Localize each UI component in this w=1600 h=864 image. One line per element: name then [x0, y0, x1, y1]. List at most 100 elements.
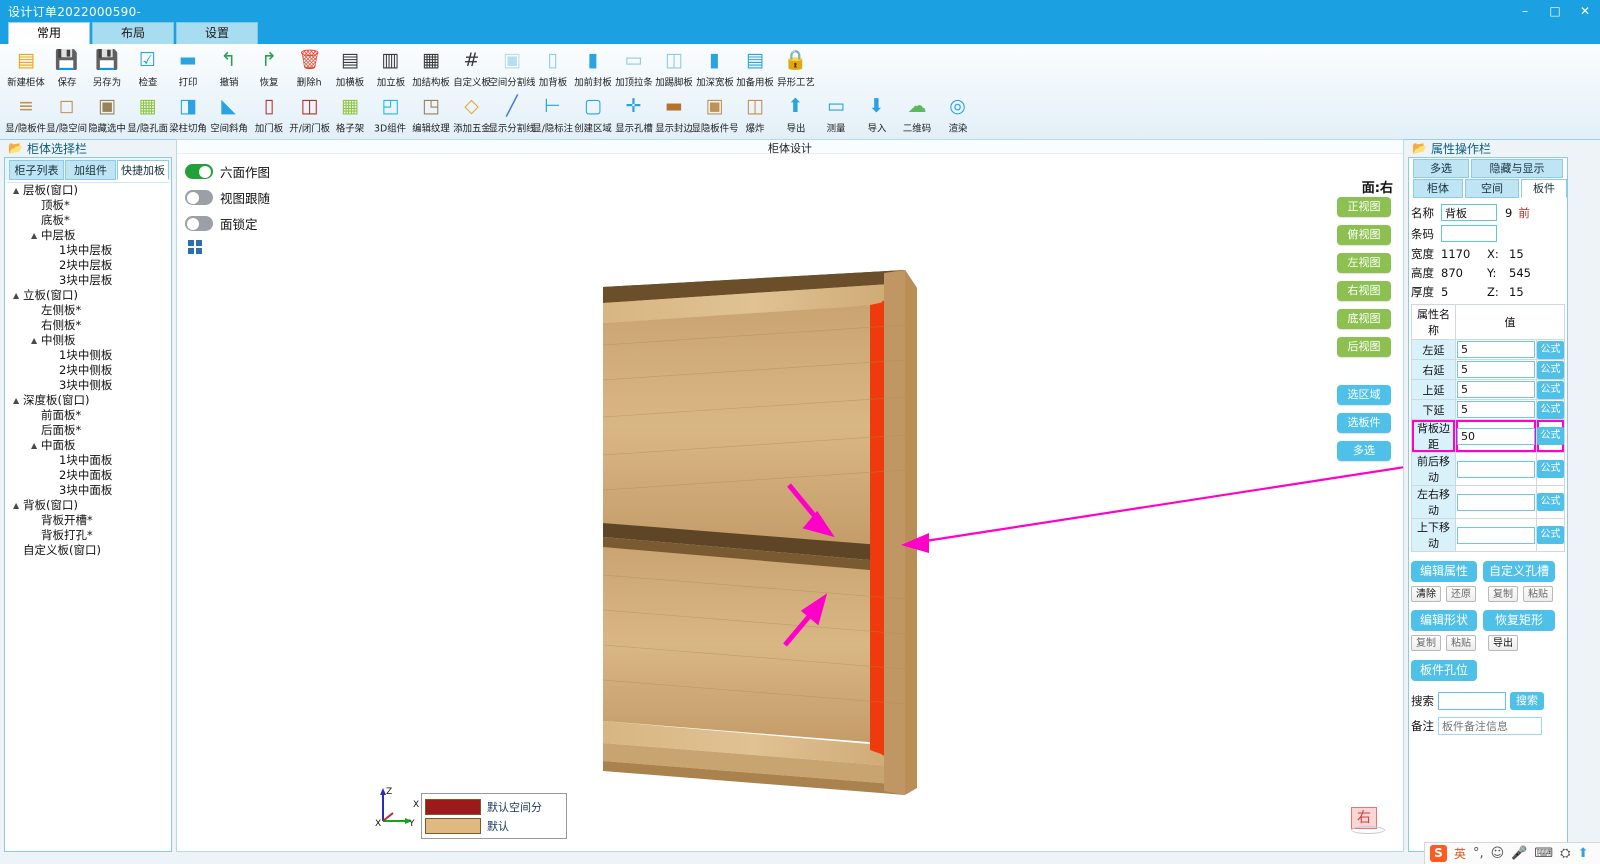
toolbox-icon[interactable]: ⛭	[1560, 846, 1570, 861]
property-tab-隐藏与显示[interactable]: 隐藏与显示	[1471, 159, 1563, 178]
ribbon-button-撤销[interactable]: ↰ 撤销	[209, 46, 249, 92]
formula-button[interactable]: 公式	[1537, 493, 1564, 511]
paste-button-2[interactable]: 粘贴	[1446, 635, 1476, 651]
ribbon-button-爆炸[interactable]: ◫ 爆炸	[735, 92, 775, 138]
cabinet-model[interactable]	[177, 155, 1403, 851]
maximize-button[interactable]: □	[1540, 0, 1570, 22]
ribbon-button-恢复[interactable]: ↱ 恢复	[249, 46, 289, 92]
edit-property-button[interactable]: 编辑属性	[1411, 561, 1477, 582]
tree-node[interactable]: ▲ 中层板	[7, 228, 169, 243]
ribbon-button-导入[interactable]: ⬇ 导入	[857, 92, 897, 138]
property-value-input[interactable]	[1457, 460, 1535, 478]
tree-node[interactable]: 右侧板*	[7, 318, 169, 333]
property-value-input[interactable]	[1457, 526, 1535, 544]
property-tab-板件[interactable]: 板件	[1521, 179, 1567, 198]
ribbon-tab-0[interactable]: 常用	[8, 22, 90, 44]
ribbon-button-打印[interactable]: ▬ 打印	[168, 46, 208, 92]
ribbon-button-异形工艺[interactable]: 🔒 异形工艺	[771, 46, 821, 92]
panel-holes-button[interactable]: 板件孔位	[1411, 660, 1477, 681]
formula-button[interactable]: 公式	[1537, 400, 1564, 419]
keyboard-icon[interactable]: ⌨	[1534, 846, 1553, 861]
tree-expander-icon[interactable]: ▲	[13, 183, 23, 198]
tree-node[interactable]: 2块中层板	[7, 258, 169, 273]
tree-expander-icon[interactable]: ▲	[13, 498, 23, 513]
tree-node[interactable]: 3块中层板	[7, 273, 169, 288]
left-tab-2[interactable]: 快捷加板	[117, 160, 169, 180]
tree-node[interactable]: ▲ 立板(窗口)	[7, 288, 169, 303]
property-tab-柜体[interactable]: 柜体	[1413, 179, 1463, 198]
formula-button[interactable]: 公式	[1537, 526, 1564, 544]
left-tab-1[interactable]: 加组件	[65, 160, 116, 180]
ribbon-button-测量[interactable]: ▭ 测量	[816, 92, 856, 138]
close-button[interactable]: ✕	[1570, 0, 1600, 22]
tree-node[interactable]: 3块中侧板	[7, 378, 169, 393]
expand-icon[interactable]: ⬆	[1578, 846, 1589, 861]
ribbon-button-加背板[interactable]: ▯ 加背板	[533, 46, 573, 92]
export-button[interactable]: 导出	[1488, 635, 1518, 651]
formula-button[interactable]: 公式	[1537, 427, 1564, 445]
tree-node[interactable]: 2块中面板	[7, 468, 169, 483]
tree-node[interactable]: 后面板*	[7, 423, 169, 438]
property-value-input[interactable]	[1457, 427, 1535, 445]
tree-node[interactable]: 底板*	[7, 213, 169, 228]
tree-node[interactable]: 自定义板(窗口)	[7, 543, 169, 558]
tree-node[interactable]: ▲ 深度板(窗口)	[7, 393, 169, 408]
property-value-input[interactable]	[1457, 361, 1535, 378]
microphone-icon[interactable]: 🎤	[1511, 846, 1527, 861]
ribbon-button-空间斜角[interactable]: ◣ 空间斜角	[204, 92, 254, 138]
tree-node[interactable]: 1块中面板	[7, 453, 169, 468]
orientation-badge[interactable]: 右	[1351, 807, 1385, 837]
tree-node[interactable]: 2块中侧板	[7, 363, 169, 378]
quick-board-tree[interactable]: ▲ 层板(窗口) 顶板* 底板* ▲ 中层板 1块中层板 2块中层板 3块中层板 ▲ 立板(窗口) 左…	[7, 182, 169, 849]
copy-button-1[interactable]: 复制	[1488, 586, 1518, 602]
tree-node[interactable]: ▲ 中面板	[7, 438, 169, 453]
ribbon-button-另存为[interactable]: 💾 另存为	[87, 46, 127, 92]
ribbon-button-新建柜体[interactable]: ▤ 新建柜体	[1, 46, 51, 92]
ribbon-button-加立板[interactable]: ▥ 加立板	[371, 46, 411, 92]
emoji-icon[interactable]: ☺	[1491, 846, 1505, 861]
property-tab-多选[interactable]: 多选	[1413, 159, 1469, 178]
sogou-logo-icon[interactable]: S	[1430, 845, 1447, 862]
tree-expander-icon[interactable]: ▲	[13, 393, 23, 408]
clear-button[interactable]: 清除	[1411, 586, 1441, 602]
formula-button[interactable]: 公式	[1537, 460, 1564, 478]
edit-shape-button[interactable]: 编辑形状	[1411, 610, 1477, 631]
custom-hole-button[interactable]: 自定义孔槽	[1483, 561, 1555, 582]
property-value-input[interactable]	[1457, 381, 1535, 398]
tree-node[interactable]: ▲ 层板(窗口)	[7, 183, 169, 198]
ribbon-button-保存[interactable]: 💾 保存	[47, 46, 87, 92]
ribbon-button-渲染[interactable]: ◎ 渲染	[938, 92, 978, 138]
formula-button[interactable]: 公式	[1537, 380, 1564, 399]
tree-node[interactable]: 左侧板*	[7, 303, 169, 318]
tree-node[interactable]: ▲ 中侧板	[7, 333, 169, 348]
property-value-input[interactable]	[1457, 493, 1535, 511]
ribbon-button-格子架[interactable]: ▦ 格子架	[330, 92, 370, 138]
search-button[interactable]: 搜索	[1510, 692, 1544, 710]
ribbon-button-检查[interactable]: ☑ 检查	[128, 46, 168, 92]
formula-button[interactable]: 公式	[1537, 340, 1564, 359]
cabinet-3d-viewport[interactable]: 六面作图 视图跟随 面锁定 面:右 正视图 俯视图 左视图 右视图 底视图 后视图 选区域…	[177, 155, 1403, 851]
tree-node[interactable]: 1块中侧板	[7, 348, 169, 363]
ime-punctuation-icon[interactable]: °,	[1473, 846, 1484, 861]
tree-expander-icon[interactable]: ▲	[31, 228, 41, 243]
copy-button-2[interactable]: 复制	[1411, 635, 1441, 651]
tree-node[interactable]: 背板打孔*	[7, 528, 169, 543]
tree-node[interactable]: 1块中层板	[7, 243, 169, 258]
tree-node[interactable]: 顶板*	[7, 198, 169, 213]
tree-expander-icon[interactable]: ▲	[31, 333, 41, 348]
tree-expander-icon[interactable]: ▲	[31, 438, 41, 453]
minimize-button[interactable]: –	[1510, 0, 1540, 22]
left-tab-0[interactable]: 柜子列表	[9, 160, 64, 180]
note-input[interactable]	[1438, 717, 1542, 735]
tree-node[interactable]: ▲ 背板(窗口)	[7, 498, 169, 513]
ribbon-button-加横板[interactable]: ▤ 加横板	[330, 46, 370, 92]
ribbon-button-二维码[interactable]: ☁ 二维码	[897, 92, 937, 138]
tree-node[interactable]: 背板开槽*	[7, 513, 169, 528]
restore-button[interactable]: 还原	[1446, 586, 1476, 602]
name-input[interactable]	[1441, 204, 1497, 221]
ime-mode-label[interactable]: 英	[1454, 845, 1466, 862]
ribbon-tab-1[interactable]: 布局	[92, 22, 174, 44]
tree-expander-icon[interactable]: ▲	[13, 288, 23, 303]
ribbon-button-导出[interactable]: ⬆ 导出	[776, 92, 816, 138]
paste-button-1[interactable]: 粘贴	[1523, 586, 1553, 602]
